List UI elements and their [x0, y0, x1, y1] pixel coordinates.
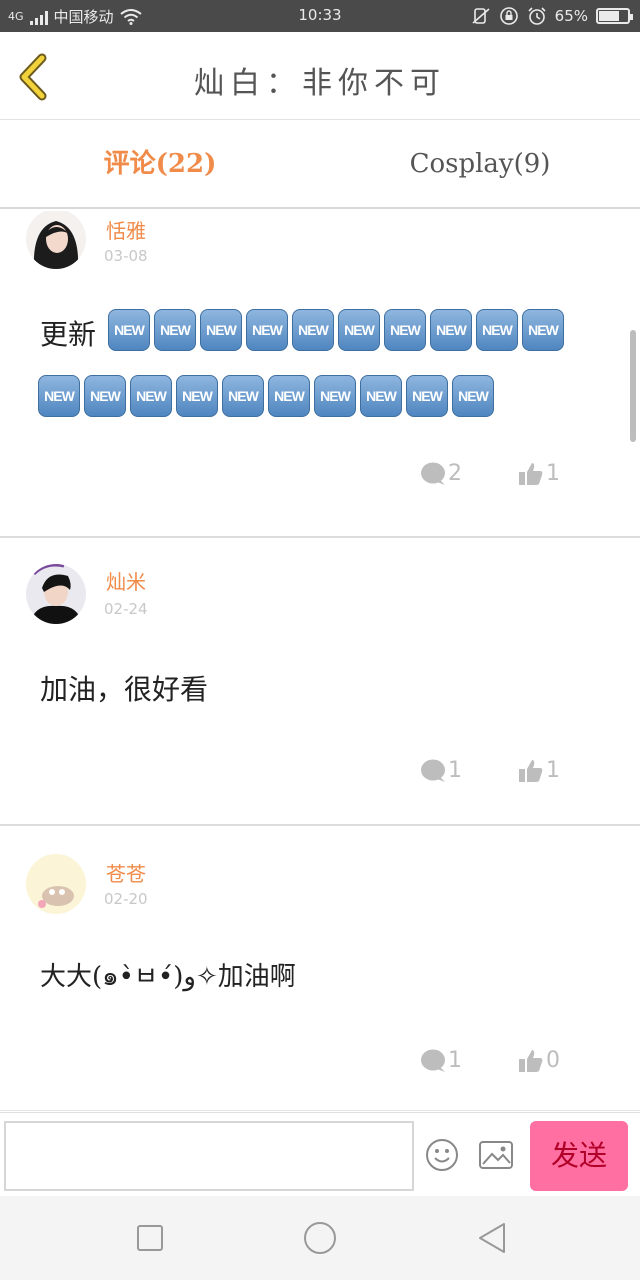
like-button[interactable]: 1 — [518, 461, 560, 486]
comment-text: 大大(๑•̀ㅂ•́)و✧加油啊 — [40, 962, 296, 992]
new-emoji-icon: NEW — [314, 375, 356, 417]
like-count: 1 — [546, 461, 560, 486]
status-bar: 4G 中国移动 10:33 65% — [0, 0, 640, 32]
like-button[interactable]: 1 — [518, 758, 560, 783]
comment-username[interactable]: 恬雅 — [106, 215, 146, 244]
comment-date: 02-24 — [104, 600, 148, 618]
new-emoji-icon: NEW — [522, 309, 564, 351]
comment-username[interactable]: 苍苍 — [106, 858, 146, 887]
comment-actions: 1 0 — [420, 1048, 560, 1073]
alarm-icon — [528, 7, 546, 25]
comment-date: 02-20 — [104, 890, 148, 908]
emoji-row: NEW NEW NEW NEW NEW NEW NEW NEW NEW NEW — [108, 309, 564, 351]
reply-count: 1 — [448, 758, 462, 783]
comment-item: 灿米 02-24 加油，很好看 1 1 — [0, 538, 640, 826]
comment-bubble-icon — [421, 759, 445, 782]
new-emoji-icon: NEW — [292, 309, 334, 351]
image-icon — [479, 1141, 513, 1169]
new-emoji-icon: NEW — [338, 309, 380, 351]
new-emoji-icon: NEW — [360, 375, 402, 417]
new-emoji-icon: NEW — [430, 309, 472, 351]
new-emoji-icon: NEW — [38, 375, 80, 417]
new-emoji-icon: NEW — [476, 309, 518, 351]
reply-count: 2 — [448, 461, 462, 486]
comment-text: 更新 — [40, 318, 97, 351]
new-emoji-icon: NEW — [246, 309, 288, 351]
reply-count: 1 — [448, 1048, 462, 1073]
comment-item: 恬雅 03-08 更新 NEW NEW NEW NEW NEW NEW NEW NEW NEW N… — [0, 211, 640, 538]
new-emoji-icon: NEW — [176, 375, 218, 417]
comment-bubble-icon — [421, 1049, 445, 1072]
new-emoji-icon: NEW — [268, 375, 310, 417]
new-emoji-icon: NEW — [84, 375, 126, 417]
triangle-back-icon — [479, 1223, 505, 1253]
new-emoji-icon: NEW — [108, 309, 150, 351]
like-count: 1 — [546, 758, 560, 783]
thumbs-up-icon — [519, 759, 543, 782]
comment-input-bar: 发送 — [0, 1112, 640, 1196]
mute-icon — [472, 8, 490, 24]
comment-date: 03-08 — [104, 247, 148, 265]
new-emoji-icon: NEW — [130, 375, 172, 417]
comment-username[interactable]: 灿米 — [106, 566, 146, 595]
avatar[interactable] — [26, 564, 86, 624]
circle-icon — [304, 1222, 336, 1254]
square-icon — [137, 1225, 163, 1251]
send-button[interactable]: 发送 — [530, 1121, 628, 1191]
thumbs-up-icon — [519, 462, 543, 485]
comment-list[interactable]: 恬雅 03-08 更新 NEW NEW NEW NEW NEW NEW NEW NEW NEW N… — [0, 211, 640, 1111]
lock-rotation-icon — [499, 7, 518, 25]
thumbs-up-icon — [519, 1049, 543, 1072]
new-emoji-icon: NEW — [222, 375, 264, 417]
nav-back-button[interactable] — [472, 1218, 512, 1258]
new-emoji-icon: NEW — [406, 375, 448, 417]
new-emoji-icon: NEW — [384, 309, 426, 351]
reply-button[interactable]: 1 — [420, 1048, 462, 1073]
tab-cosplay[interactable]: Cosplay(9) — [320, 121, 640, 207]
tab-comments[interactable]: 评论(22) — [0, 121, 320, 207]
comment-input[interactable] — [4, 1121, 414, 1191]
new-emoji-icon: NEW — [154, 309, 196, 351]
emoji-row: NEW NEW NEW NEW NEW NEW NEW NEW NEW NEW — [38, 375, 494, 417]
avatar[interactable] — [26, 211, 86, 269]
reply-button[interactable]: 2 — [420, 461, 462, 486]
home-button[interactable] — [300, 1218, 340, 1258]
system-nav-bar — [0, 1196, 640, 1280]
recent-apps-button[interactable] — [130, 1218, 170, 1258]
battery-percent: 65% — [554, 7, 588, 25]
smiley-icon — [426, 1139, 458, 1171]
new-emoji-icon: NEW — [200, 309, 242, 351]
like-button[interactable]: 0 — [518, 1048, 560, 1073]
comment-item: 苍苍 02-20 大大(๑•̀ㅂ•́)و✧加油啊 1 0 — [0, 828, 640, 1111]
like-count: 0 — [546, 1048, 560, 1073]
status-right: 65% — [471, 6, 633, 26]
avatar[interactable] — [26, 854, 86, 914]
image-button[interactable] — [478, 1139, 514, 1171]
comment-bubble-icon — [421, 462, 445, 485]
comment-text: 加油，很好看 — [40, 673, 209, 706]
battery-icon — [596, 8, 633, 24]
tab-bar: 评论(22) Cosplay(9) — [0, 121, 640, 209]
top-header: 灿白：非你不可 — [0, 32, 640, 120]
reply-button[interactable]: 1 — [420, 758, 462, 783]
page-title: 灿白：非你不可 — [194, 66, 446, 101]
comment-actions: 2 1 — [420, 461, 560, 486]
emoji-button[interactable] — [424, 1137, 460, 1173]
scrollbar[interactable] — [630, 330, 636, 442]
comment-actions: 1 1 — [420, 758, 560, 783]
new-emoji-icon: NEW — [452, 375, 494, 417]
